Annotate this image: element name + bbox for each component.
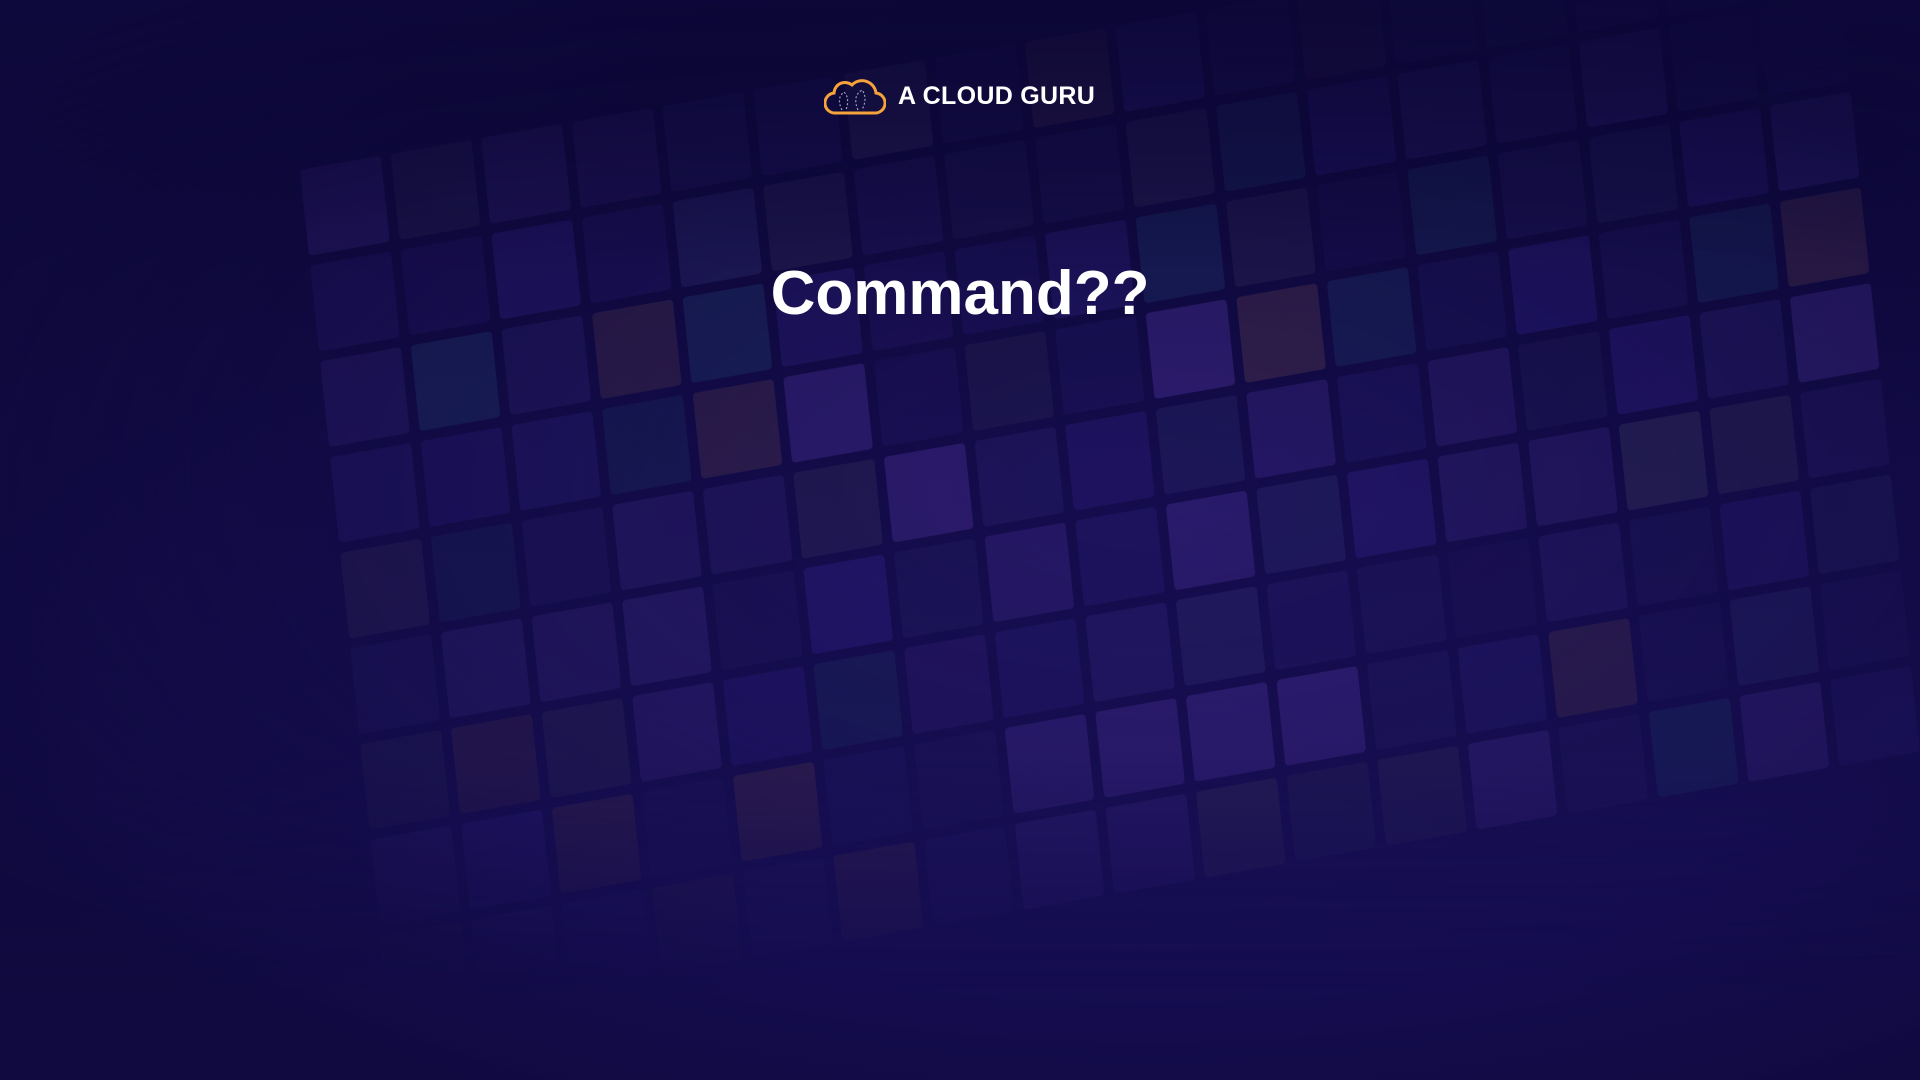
slide-title: Command?? bbox=[770, 259, 1150, 328]
background-fade bbox=[0, 0, 1920, 1080]
brand-name: A CLOUD GURU bbox=[898, 81, 1096, 110]
brand-logo: A CLOUD GURU bbox=[824, 76, 1095, 116]
cloud-icon bbox=[824, 79, 886, 115]
